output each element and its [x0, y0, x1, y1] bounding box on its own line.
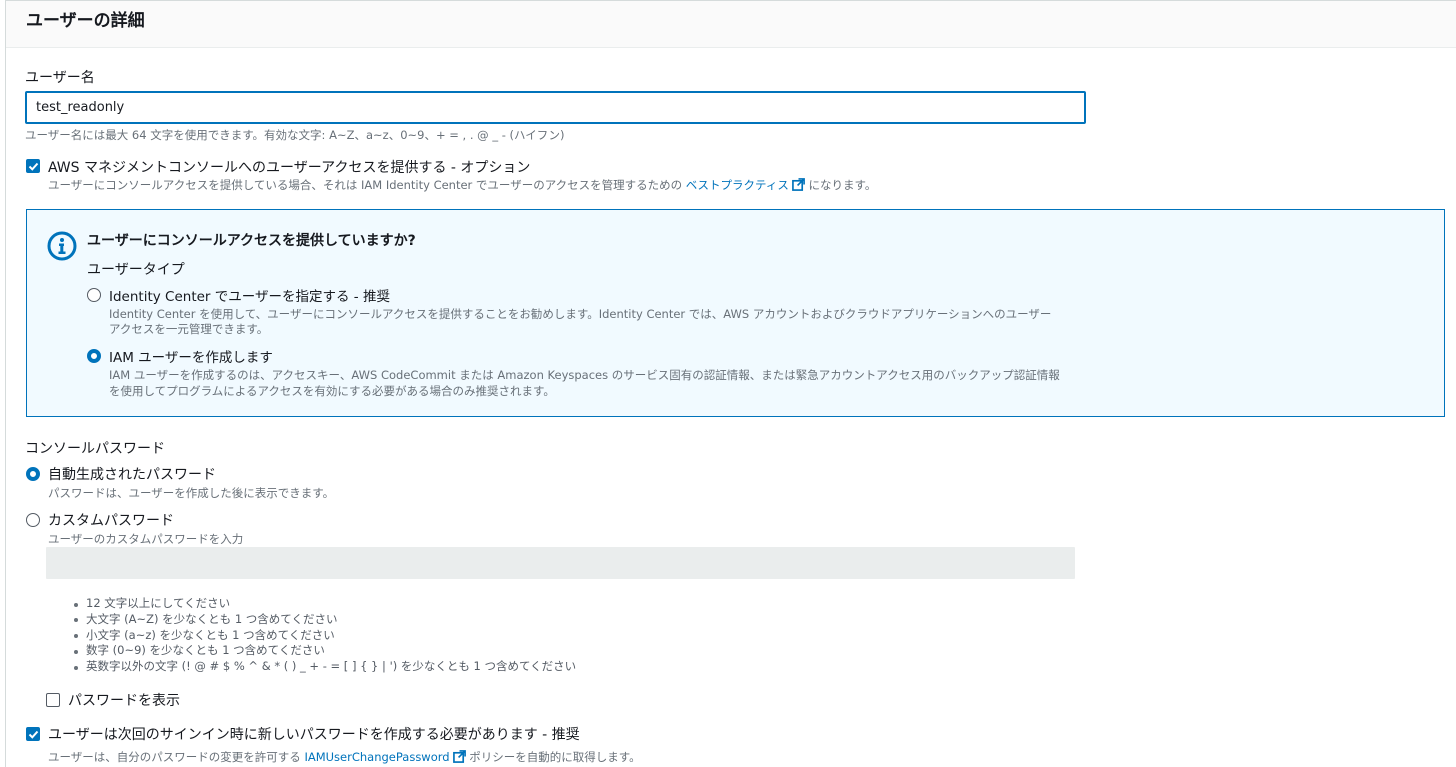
custom-password-input[interactable]	[46, 547, 1075, 579]
iam-user-desc-line2: を使用してプログラムによるアクセスを有効にする必要がある場合のみ推奨されます。	[109, 384, 555, 398]
section-header: ユーザーの詳細	[6, 0, 1456, 48]
username-input[interactable]: test_readonly	[25, 91, 1086, 124]
left-divider	[5, 0, 6, 767]
console-access-desc-text: ユーザーにコンソールアクセスを提供している場合、それは IAM Identity…	[48, 178, 683, 192]
auto-password-label[interactable]: 自動生成されたパスワード	[48, 464, 216, 484]
password-rule: 小文字 (a~z) を少なくとも 1 つ含めてください	[74, 628, 576, 644]
external-link-icon	[452, 750, 466, 763]
iam-user-desc-line1: IAM ユーザーを作成するのは、アクセスキー、AWS CodeCommit また…	[109, 368, 1060, 382]
console-access-description: ユーザーにコンソールアクセスを提供している場合、それは IAM Identity…	[48, 177, 876, 193]
iam-user-change-password-link[interactable]: IAMUserChangePassword	[304, 750, 449, 764]
identity-center-desc-line2: アクセスを一元管理できます。	[109, 322, 269, 336]
console-access-info-box: ユーザーにコンソールアクセスを提供していますか? ユーザータイプ Identit…	[26, 209, 1445, 417]
iam-user-radio[interactable]	[87, 349, 101, 363]
console-access-desc-suffix: になります。	[808, 178, 877, 192]
show-password-checkbox[interactable]	[46, 693, 60, 707]
identity-center-label[interactable]: Identity Center でユーザーを指定する - 推奨	[109, 285, 390, 305]
custom-password-desc: ユーザーのカスタムパスワードを入力	[48, 532, 244, 546]
info-icon	[47, 231, 77, 261]
show-password-label[interactable]: パスワードを表示	[68, 690, 180, 710]
best-practice-link[interactable]: ベストプラクティス	[686, 178, 789, 192]
checkmark-icon	[28, 162, 39, 171]
password-rule: 数字 (0~9) を少なくとも 1 つ含めてください	[74, 643, 576, 659]
section-title: ユーザーの詳細	[26, 11, 145, 31]
password-rule: 英数字以外の文字 (! @ # $ % ^ & * ( ) _ + - = [ …	[74, 659, 576, 675]
console-password-label: コンソールパスワード	[25, 441, 165, 457]
user-type-label: ユーザータイプ	[87, 262, 185, 278]
info-box-title: ユーザーにコンソールアクセスを提供していますか?	[87, 233, 416, 249]
username-hint: ユーザー名には最大 64 文字を使用できます。有効な文字: A~Z、a~z、0~…	[25, 128, 565, 142]
console-access-checkbox[interactable]	[26, 159, 40, 173]
require-reset-desc-suffix: ポリシーを自動的に取得します。	[469, 750, 641, 764]
auto-password-desc: パスワードは、ユーザーを作成した後に表示できます。	[48, 486, 335, 500]
custom-password-radio[interactable]	[26, 513, 40, 527]
iam-user-label[interactable]: IAM ユーザーを作成します	[109, 346, 273, 366]
external-link-icon	[791, 178, 805, 191]
checkmark-icon	[28, 730, 39, 739]
identity-center-radio[interactable]	[87, 288, 101, 302]
password-requirements-list: 12 文字以上にしてください 大文字 (A~Z) を少なくとも 1 つ含めてくだ…	[74, 596, 576, 675]
require-reset-desc-text: ユーザーは、自分のパスワードの変更を許可する	[48, 750, 301, 764]
require-reset-label[interactable]: ユーザーは次回のサインイン時に新しいパスワードを作成する必要があります - 推奨	[48, 724, 580, 744]
auto-password-radio[interactable]	[26, 467, 40, 481]
identity-center-desc-line1: Identity Center を使用して、ユーザーにコンソールアクセスを提供す…	[109, 307, 1052, 321]
require-reset-checkbox[interactable]	[26, 727, 40, 741]
username-label: ユーザー名	[25, 70, 95, 86]
require-reset-description: ユーザーは、自分のパスワードの変更を許可する IAMUserChangePass…	[48, 749, 641, 765]
password-rule: 大文字 (A~Z) を少なくとも 1 つ含めてください	[74, 612, 576, 628]
custom-password-label[interactable]: カスタムパスワード	[48, 510, 174, 530]
password-rule: 12 文字以上にしてください	[74, 596, 576, 612]
console-access-label[interactable]: AWS マネジメントコンソールへのユーザーアクセスを提供する - オプション	[48, 157, 530, 177]
